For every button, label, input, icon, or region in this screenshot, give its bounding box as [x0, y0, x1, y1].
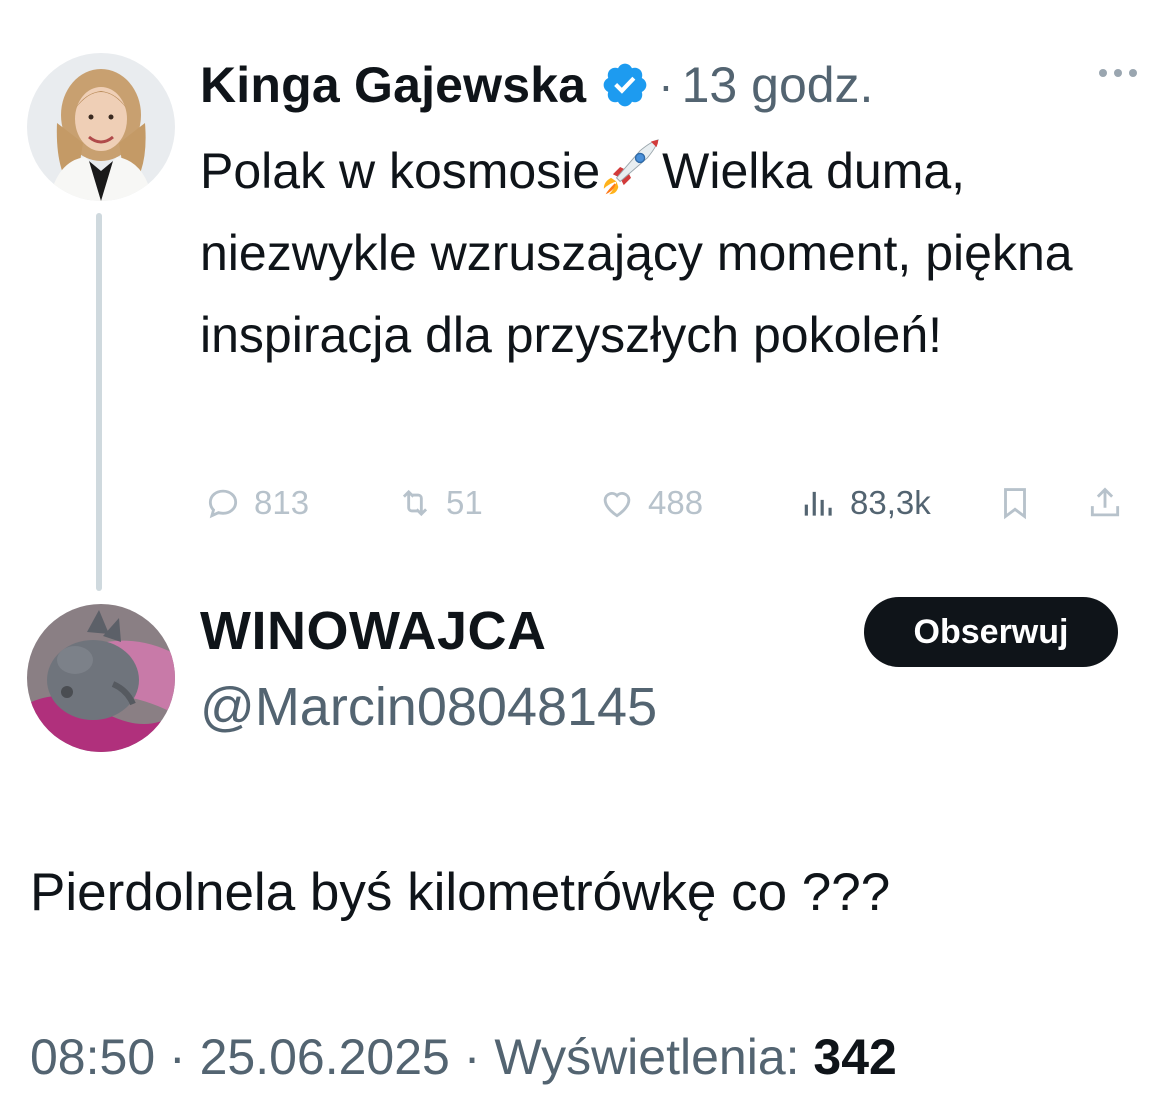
separator-dot: ·: [658, 59, 674, 111]
views-button[interactable]: 83,3k: [800, 476, 931, 530]
views-count: 83,3k: [850, 484, 931, 521]
reply-meta: 08:50 · 25.06.2025 · Wyświetlenia: 342: [30, 1028, 897, 1086]
thread-connector-line: [96, 213, 102, 591]
author-name[interactable]: Kinga Gajewska: [200, 56, 586, 114]
tweet-text: Polak w kosmosie Wielka duma, niezwykle …: [200, 130, 1140, 376]
reply-text: Pierdolnela byś kilometrówkę co ???: [30, 863, 891, 922]
reply-time[interactable]: 08:50: [30, 1029, 155, 1085]
reply-author-avatar[interactable]: [27, 604, 175, 752]
retweet-button[interactable]: 51: [396, 476, 483, 530]
reply-display-name[interactable]: WINOWAJCA: [200, 600, 546, 662]
retweet-count: 51: [446, 484, 483, 521]
bookmark-icon: [1004, 488, 1026, 520]
like-count: 488: [648, 484, 704, 521]
like-button[interactable]: 488: [598, 476, 703, 530]
retweet-icon: [402, 489, 428, 517]
views-label: Wyświetlenia:: [494, 1029, 800, 1085]
bookmark-button[interactable]: [996, 476, 1034, 530]
views-count-reply: 342: [813, 1029, 897, 1085]
reply-icon: [208, 489, 238, 519]
meta-separator: ·: [463, 1029, 481, 1085]
author-avatar[interactable]: [27, 53, 175, 201]
reply-avatar-image: [27, 604, 175, 752]
tweet-text-part1: Polak w kosmosie: [200, 143, 601, 199]
more-options-icon[interactable]: [1094, 58, 1142, 88]
tweet-header: Kinga Gajewska · 13 godz.: [200, 50, 873, 120]
share-icon: [1090, 487, 1120, 517]
reply-count: 813: [254, 484, 310, 521]
author-avatar-image: [27, 53, 175, 201]
follow-button[interactable]: Obserwuj: [864, 597, 1118, 667]
share-button[interactable]: [1086, 476, 1124, 530]
meta-separator: ·: [169, 1029, 186, 1085]
heart-icon: [603, 492, 631, 518]
views-chart-icon: [804, 491, 832, 516]
tweet-action-bar: 813 51 488 83,3k: [200, 476, 1140, 530]
reply-handle[interactable]: @Marcin08048145: [200, 676, 657, 738]
rocket-emoji-icon: [602, 138, 660, 196]
reply-date[interactable]: 25.06.2025: [200, 1029, 450, 1085]
reply-button[interactable]: 813: [204, 476, 309, 530]
verified-badge-icon[interactable]: [600, 60, 650, 110]
tweet-time[interactable]: 13 godz.: [682, 56, 874, 114]
